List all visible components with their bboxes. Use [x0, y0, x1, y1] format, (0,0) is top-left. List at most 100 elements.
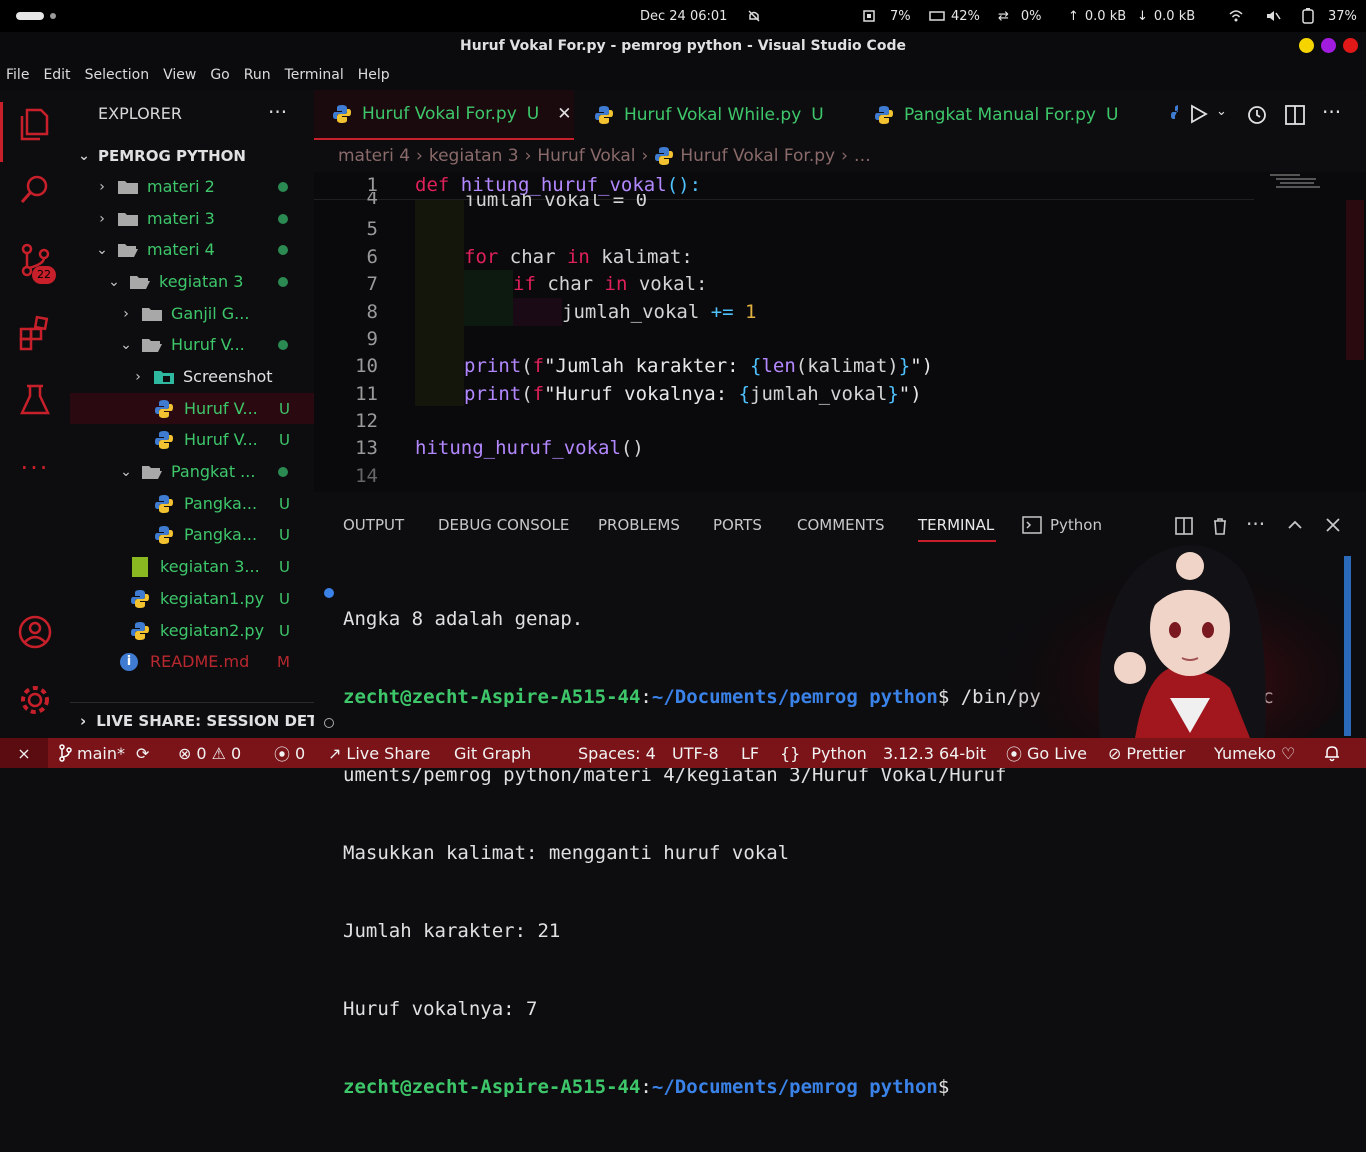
download-indicator[interactable]: ↓ 0.0 kB — [1137, 0, 1195, 32]
git-graph-button[interactable]: Git Graph — [454, 738, 531, 768]
terminal-scrollbar[interactable] — [1344, 556, 1351, 736]
account-icon[interactable] — [0, 602, 70, 662]
language-mode-button[interactable]: {} Python — [780, 738, 867, 768]
explorer-icon[interactable] — [0, 94, 70, 154]
menu-file[interactable]: File — [6, 67, 29, 83]
volume-muted-icon[interactable] — [1265, 0, 1281, 32]
tree-item-materi-2[interactable]: › materi 2 — [70, 171, 314, 202]
breadcrumb-item[interactable]: Huruf Vokal — [537, 146, 635, 166]
tab-huruf-vokal-for[interactable]: Huruf Vokal For.py U ✕ — [314, 90, 574, 140]
theme-indicator[interactable]: Yumeko ♡ — [1214, 738, 1295, 768]
explorer-more-button[interactable]: ··· — [268, 100, 287, 124]
testing-flask-icon[interactable] — [0, 370, 70, 430]
menu-go[interactable]: Go — [210, 67, 229, 83]
breadcrumb-item[interactable]: Huruf Vokal For.py — [680, 146, 835, 166]
timeline-history-icon[interactable] — [1246, 104, 1268, 131]
minimap[interactable] — [1270, 172, 1330, 200]
cpu-indicator[interactable]: 7% — [862, 0, 911, 32]
clock[interactable]: Dec 24 06:01 — [640, 0, 761, 32]
tree-item-kegiatan-3-zip[interactable]: kegiatan 3... U — [70, 551, 314, 582]
tab-comments[interactable]: COMMENTS — [797, 516, 885, 534]
more-views-icon[interactable]: ··· — [0, 438, 70, 498]
settings-gear-icon[interactable] — [0, 670, 70, 730]
split-editor-icon[interactable] — [1284, 104, 1306, 131]
menu-view[interactable]: View — [163, 67, 196, 83]
tree-item-readme[interactable]: i README.md M — [70, 646, 314, 677]
python-interpreter-button[interactable]: 3.12.3 64-bit — [883, 738, 986, 768]
heart-icon: ♡ — [1281, 743, 1296, 763]
tree-item-screenshot[interactable]: › Screenshot — [70, 361, 314, 392]
sync-icon[interactable]: ⟳ — [136, 744, 149, 763]
go-live-button[interactable]: ⦿ Go Live — [1006, 738, 1087, 768]
run-options-chevron-icon[interactable]: ⌄ — [1216, 104, 1227, 119]
tree-item-huruf-vokal-folder[interactable]: ⌄ Huruf V... — [70, 329, 314, 360]
editor-scrollbar[interactable] — [1346, 200, 1364, 360]
maximize-button[interactable] — [1321, 38, 1336, 53]
menu-edit[interactable]: Edit — [43, 67, 70, 83]
menu-help[interactable]: Help — [358, 67, 390, 83]
memory-indicator[interactable]: 42% — [929, 0, 980, 32]
notifications-bell-icon[interactable] — [1324, 738, 1340, 768]
editor-more-actions-icon[interactable]: ··· — [1322, 100, 1341, 124]
tab-debug-console[interactable]: DEBUG CONSOLE — [438, 516, 569, 534]
tree-item-ganjil-genap[interactable]: › Ganjil G... — [70, 298, 314, 329]
tree-item-pangkat-2[interactable]: Pangka... U — [70, 519, 314, 550]
search-icon[interactable] — [0, 160, 70, 220]
indentation-button[interactable]: Spaces: 4 — [578, 738, 656, 768]
code-editor[interactable]: 1 def hitung_huruf_vokal(): 4 jumlah_vok… — [314, 172, 1366, 492]
menu-run[interactable]: Run — [244, 67, 271, 83]
encoding-button[interactable]: UTF-8 — [672, 738, 719, 768]
close-window-button[interactable] — [1343, 38, 1358, 53]
tree-item-kegiatan2[interactable]: kegiatan2.py U — [70, 615, 314, 646]
breadcrumb-item[interactable]: kegiatan 3 — [429, 146, 519, 166]
run-python-button[interactable] — [1190, 104, 1208, 129]
tab-huruf-vokal-while[interactable]: Huruf Vokal While.py U — [576, 90, 854, 140]
tab-output[interactable]: OUTPUT — [343, 516, 404, 534]
close-panel-icon[interactable] — [1324, 516, 1342, 538]
live-share-button[interactable]: ↗ Live Share — [328, 738, 430, 768]
tab-terminal[interactable]: TERMINAL — [918, 516, 994, 534]
terminal-shell-selector[interactable]: Python — [1022, 516, 1102, 534]
breadcrumb-item[interactable]: materi 4 — [338, 146, 410, 166]
tab-ports[interactable]: PORTS — [713, 516, 762, 534]
workspace-root[interactable]: ⌄ PEMROG PYTHON — [70, 140, 314, 171]
tree-item-materi-4[interactable]: ⌄ materi 4 — [70, 234, 314, 265]
battery-indicator[interactable]: 37% — [1302, 0, 1357, 32]
git-branch[interactable]: main* ⟳ — [58, 738, 149, 768]
wifi-icon[interactable] — [1228, 0, 1244, 32]
tree-item-huruf-vokal-while[interactable]: Huruf V... U — [70, 424, 314, 455]
tree-item-pangkat-folder[interactable]: ⌄ Pangkat ... — [70, 456, 314, 487]
tree-item-huruf-vokal-for[interactable]: Huruf V... U — [70, 393, 314, 424]
tree-item-kegiatan1[interactable]: kegiatan1.py U — [70, 583, 314, 614]
workspace-indicator[interactable] — [16, 0, 56, 32]
eol-button[interactable]: LF — [741, 738, 759, 768]
tree-item-pangkat-1[interactable]: Pangka... U — [70, 488, 314, 519]
split-terminal-icon[interactable] — [1174, 516, 1194, 540]
breadcrumb-item[interactable]: … — [854, 146, 871, 166]
python-file-icon — [155, 525, 173, 544]
extensions-icon[interactable] — [0, 303, 70, 363]
menu-selection[interactable]: Selection — [85, 67, 150, 83]
upload-indicator[interactable]: ↑ 0.0 kB — [1068, 0, 1126, 32]
problems-indicator[interactable]: ⊗ 0 ⚠ 0 — [178, 738, 241, 768]
swap-indicator[interactable]: ⇄ 0% — [998, 0, 1042, 32]
tree-item-materi-3[interactable]: › materi 3 — [70, 203, 314, 234]
maximize-panel-chevron-up-icon[interactable] — [1286, 516, 1304, 538]
download-arrow-icon: ↓ — [1137, 8, 1148, 24]
tab-close-button[interactable]: ✕ — [557, 104, 571, 124]
tab-pangkat-manual-for[interactable]: Pangkat Manual For.py U — [856, 90, 1152, 140]
panel-more-actions-icon[interactable]: ··· — [1246, 512, 1265, 536]
tab-problems[interactable]: PROBLEMS — [598, 516, 680, 534]
live-share-section[interactable]: › LIVE SHARE: SESSION DET... — [70, 702, 314, 738]
git-status-dot — [278, 244, 288, 255]
editor-tabs: Huruf Vokal For.py U ✕ Huruf Vokal While.… — [314, 90, 1366, 140]
prettier-button[interactable]: ⊘ Prettier — [1108, 738, 1185, 768]
tree-item-kegiatan-3[interactable]: ⌄ kegiatan 3 — [70, 266, 314, 297]
terminal-output[interactable]: Angka 8 adalah genap. zecht@zecht-Aspire… — [343, 554, 1353, 1152]
menu-terminal[interactable]: Terminal — [285, 67, 344, 83]
punctuation: (): — [666, 174, 702, 196]
kill-terminal-trash-icon[interactable] — [1210, 516, 1230, 540]
ports-indicator[interactable]: ⦿ 0 — [274, 738, 305, 768]
remote-indicator[interactable]: ⨯ — [0, 738, 48, 768]
minimize-button[interactable] — [1299, 38, 1314, 53]
